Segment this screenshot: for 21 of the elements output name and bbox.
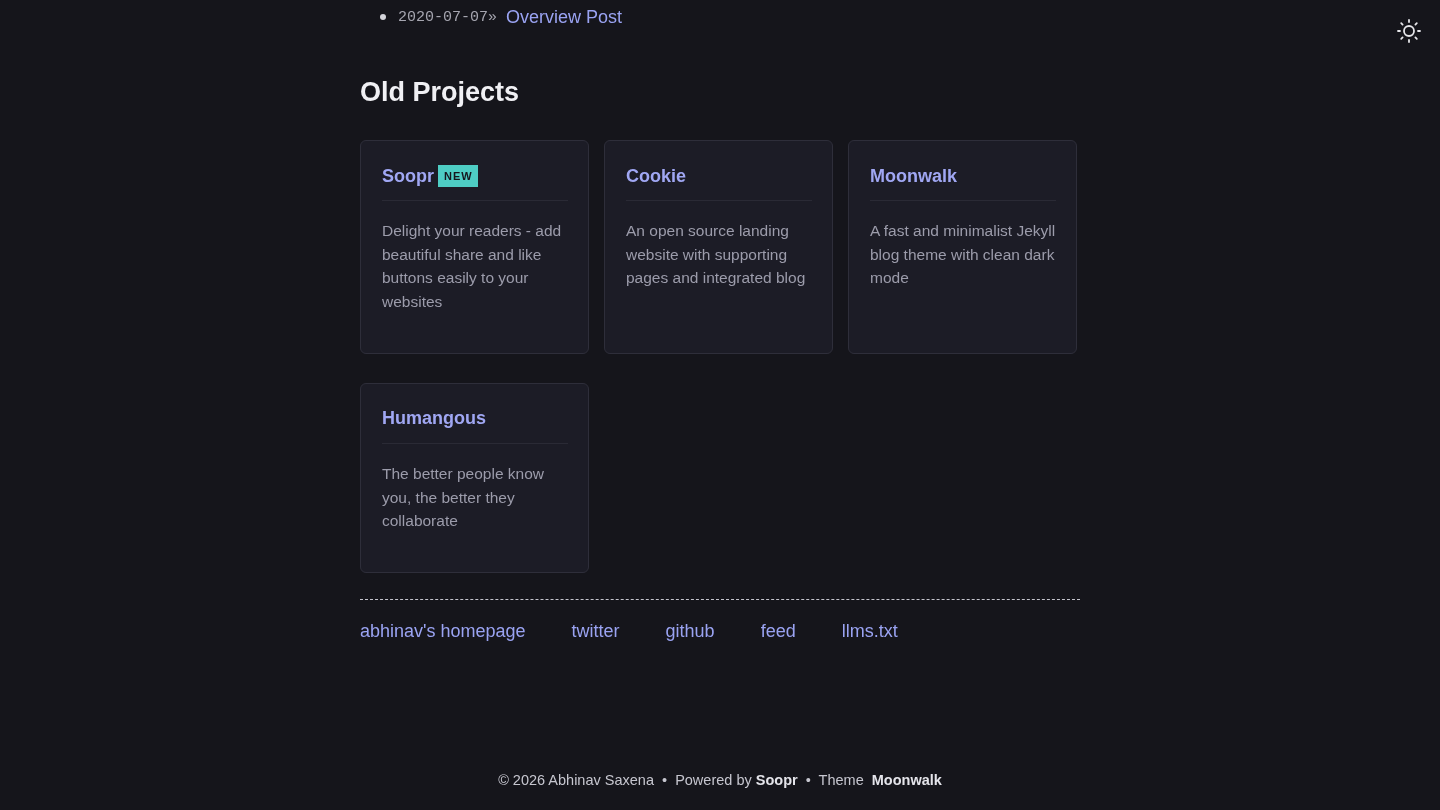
theme-toggle-button[interactable] [1395,17,1423,45]
project-title-link[interactable]: Soopr [382,165,434,187]
footer-link[interactable]: feed [760,618,796,643]
copyright-text: © 2026 Abhinav Saxena • Powered by Soopr • Theme Moonwalk [498,770,942,790]
project-description: An open source landing website with supporting pages and integrated blog [626,221,807,289]
sun-icon [1397,19,1421,43]
project-description: Delight your readers - add beautiful share and like buttons easily to your websites [382,221,563,313]
project-title-link[interactable]: Moonwalk [870,165,957,187]
project-title-link[interactable]: Humangous [382,408,486,430]
footer-link[interactable]: github [665,618,715,643]
footer-link[interactable]: llms.txt [841,618,898,643]
post-link[interactable]: Overview Post [506,6,623,28]
project-description: The better people know you, the better they collaborate [382,463,545,532]
project-title-link[interactable]: Cookie [626,165,686,187]
footer-link[interactable]: abhinav's homepage [360,618,526,643]
section-heading: Old Projects [360,76,520,109]
post-date: 2020-07-07» [398,8,498,26]
project-description: A fast and minimalist Jekyll blog theme with clean dark mode [870,221,1056,289]
bullet-icon [380,14,386,20]
new-badge: NEW [438,165,478,187]
footer-link[interactable]: twitter [571,618,620,643]
